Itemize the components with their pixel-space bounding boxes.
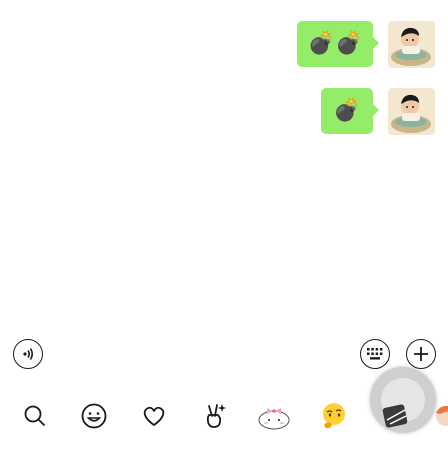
cartoon-child-avatar-icon bbox=[388, 21, 435, 68]
emoji-tab-sticker-thinking[interactable] bbox=[312, 390, 356, 442]
keyboard-icon bbox=[367, 348, 383, 360]
sticker-pack-icon bbox=[382, 404, 408, 428]
heart-icon bbox=[143, 406, 165, 426]
plus-icon bbox=[414, 347, 428, 361]
avatar[interactable] bbox=[388, 21, 435, 68]
thinking-face-sticker-icon bbox=[323, 403, 345, 429]
search-icon bbox=[24, 405, 45, 426]
cartoon-child-avatar-icon bbox=[388, 88, 435, 135]
plus-button[interactable] bbox=[406, 339, 436, 369]
smiley-icon bbox=[81, 403, 107, 429]
emoji-tab-sticker-pack[interactable] bbox=[370, 367, 436, 433]
message-bubble[interactable]: 💣💣 bbox=[297, 21, 379, 67]
bomb-emoji: 💣 bbox=[333, 98, 361, 123]
emoji-tab-favorites[interactable] bbox=[132, 390, 176, 442]
emoji-tab-gestures[interactable] bbox=[192, 390, 236, 442]
victory-hand-icon bbox=[206, 404, 226, 428]
cute-blob-sticker-icon bbox=[258, 408, 290, 430]
voice-icon bbox=[23, 348, 34, 360]
emoji-tab-search[interactable] bbox=[13, 390, 57, 442]
emoji-tab-sticker-blob[interactable] bbox=[252, 390, 296, 442]
emoji-tab-smiley[interactable] bbox=[72, 390, 116, 442]
chat-area: 💣💣 💣 bbox=[0, 0, 448, 330]
message-row: 💣 bbox=[321, 88, 435, 135]
bomb-emoji: 💣💣 bbox=[307, 31, 363, 56]
message-row: 💣💣 bbox=[297, 21, 435, 68]
voice-button[interactable] bbox=[13, 339, 43, 369]
message-bubble[interactable]: 💣 bbox=[321, 88, 379, 134]
avatar[interactable] bbox=[388, 88, 435, 135]
keyboard-button[interactable] bbox=[360, 339, 390, 369]
